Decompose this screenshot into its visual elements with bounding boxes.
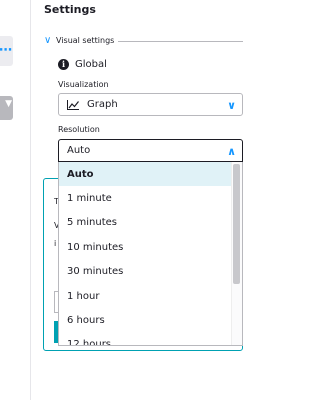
chevron-down-icon: ∨ bbox=[227, 99, 236, 112]
settings-title: Settings bbox=[44, 3, 96, 16]
scope-row: i Global bbox=[58, 57, 107, 71]
chevron-up-icon: ∧ bbox=[227, 145, 236, 158]
visual-settings-toggle[interactable]: ∨ Visual settings bbox=[44, 33, 243, 47]
chevron-down-icon: ∨ bbox=[44, 34, 52, 46]
section-divider bbox=[118, 41, 243, 42]
resolution-option[interactable]: 30 minutes bbox=[59, 260, 242, 284]
section-label: Visual settings bbox=[56, 35, 115, 45]
resolution-option[interactable]: 1 hour bbox=[59, 284, 242, 308]
collapse-button[interactable]: ▼ bbox=[0, 96, 13, 120]
more-dots-icon: ⋯ bbox=[0, 43, 12, 58]
card-text-fragment: i bbox=[54, 239, 57, 248]
more-options-button[interactable]: ⋯ bbox=[0, 36, 13, 66]
scope-label: Global bbox=[75, 58, 107, 70]
resolution-dropdown: Auto 1 minute 5 minutes 10 minutes 30 minute… bbox=[58, 162, 243, 346]
dropdown-scrollbar-track[interactable] bbox=[231, 162, 242, 345]
resolution-option[interactable]: 6 hours bbox=[59, 308, 242, 332]
resolution-option[interactable]: 12 hours bbox=[59, 333, 242, 345]
resolution-option[interactable]: 5 minutes bbox=[59, 211, 242, 235]
chevron-down-icon: ▼ bbox=[5, 99, 12, 109]
resolution-option[interactable]: Auto bbox=[59, 162, 242, 187]
left-rail: ⋯ ▼ bbox=[0, 0, 31, 400]
resolution-option[interactable]: 1 minute bbox=[59, 186, 242, 210]
visualization-value: Graph bbox=[87, 99, 118, 110]
resolution-value: Auto bbox=[67, 145, 91, 156]
resolution-select[interactable]: Auto ∧ bbox=[58, 139, 243, 162]
resolution-label: Resolution bbox=[58, 125, 100, 134]
visualization-select[interactable]: Graph ∨ bbox=[58, 93, 243, 116]
visualization-label: Visualization bbox=[58, 80, 109, 89]
option-list: Auto 1 minute 5 minutes 10 minutes 30 minute… bbox=[59, 162, 242, 345]
resolution-option[interactable]: 10 minutes bbox=[59, 235, 242, 259]
dropdown-scrollbar-thumb[interactable] bbox=[233, 164, 240, 284]
info-icon: i bbox=[58, 58, 69, 70]
line-chart-icon bbox=[67, 99, 79, 110]
